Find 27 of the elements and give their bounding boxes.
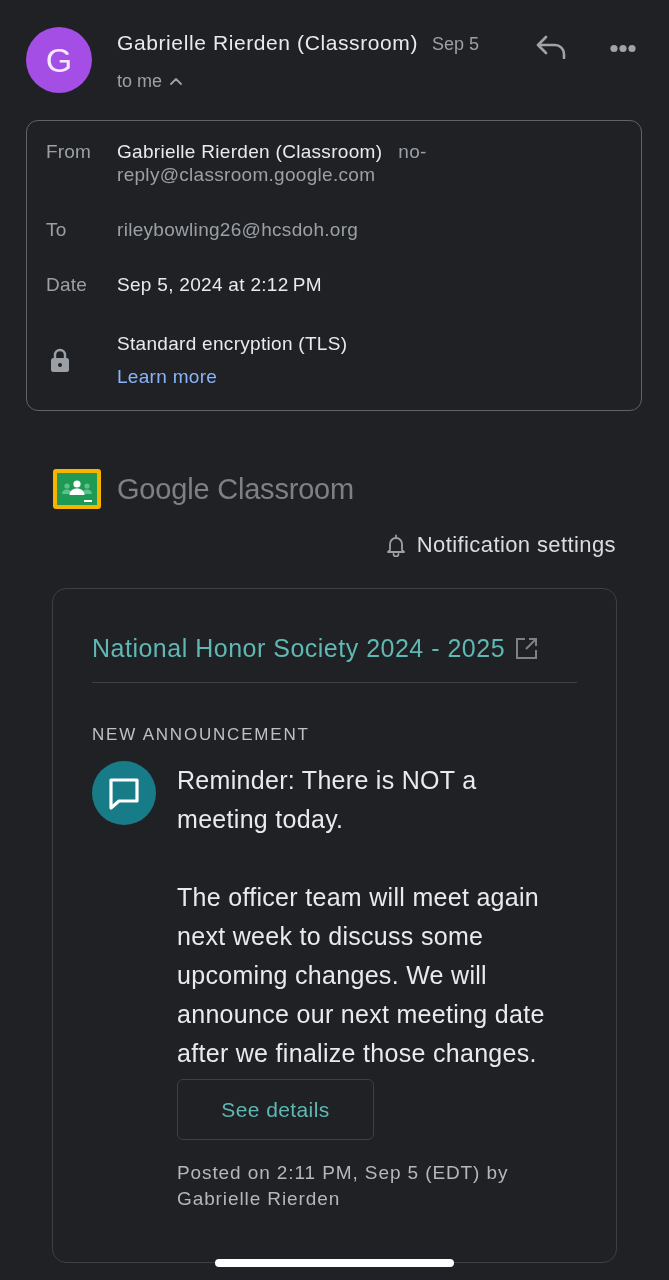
announcement-type-label: NEW ANNOUNCEMENT <box>92 725 311 745</box>
recipient-address: rileybowling26@hcsdoh.org <box>117 218 359 241</box>
learn-more-link[interactable]: Learn more <box>117 365 218 388</box>
posted-info: Posted on 2:11 PM, Sep 5 (EDT) by Gabrielle Rierden <box>177 1161 510 1211</box>
sender-name: Gabrielle Rierden (Classroom) <box>117 31 418 55</box>
announcement-text: Reminder: There is NOT a meeting today. <box>177 765 478 835</box>
sender-detail: Gabrielle Rierden (Classroom) no-reply@classroom.google.com <box>117 140 428 186</box>
more-options-icon[interactable] <box>610 44 636 53</box>
notification-settings-link[interactable]: Notification settings <box>385 532 616 558</box>
announcement-text: The officer team will meet again next week to discuss some upcoming changes. We will announce our next meeting date after we finalize those changes. <box>177 882 546 1069</box>
encryption-text: Standard encryption (TLS) <box>117 332 348 355</box>
lock-icon <box>50 348 70 372</box>
sent-date: Sep 5 <box>432 33 480 56</box>
bell-icon <box>385 533 406 557</box>
reply-icon[interactable] <box>535 35 567 59</box>
sender-avatar: G <box>26 27 92 93</box>
detail-value: Sep 5, 2024 at 2:12 PM <box>117 273 322 296</box>
chat-bubble-icon <box>92 761 156 825</box>
classroom-logo-icon <box>53 469 101 509</box>
class-name-link[interactable]: National Honor Society 2024 - 2025 <box>92 634 506 662</box>
classroom-wordmark: Google Classroom <box>117 472 354 506</box>
detail-label: To <box>46 218 67 241</box>
see-details-button[interactable]: See details <box>177 1079 374 1140</box>
external-link-icon[interactable] <box>515 636 539 660</box>
detail-label: From <box>46 140 92 163</box>
detail-label: Date <box>46 273 87 296</box>
recipients-toggle[interactable]: to me <box>117 70 183 92</box>
